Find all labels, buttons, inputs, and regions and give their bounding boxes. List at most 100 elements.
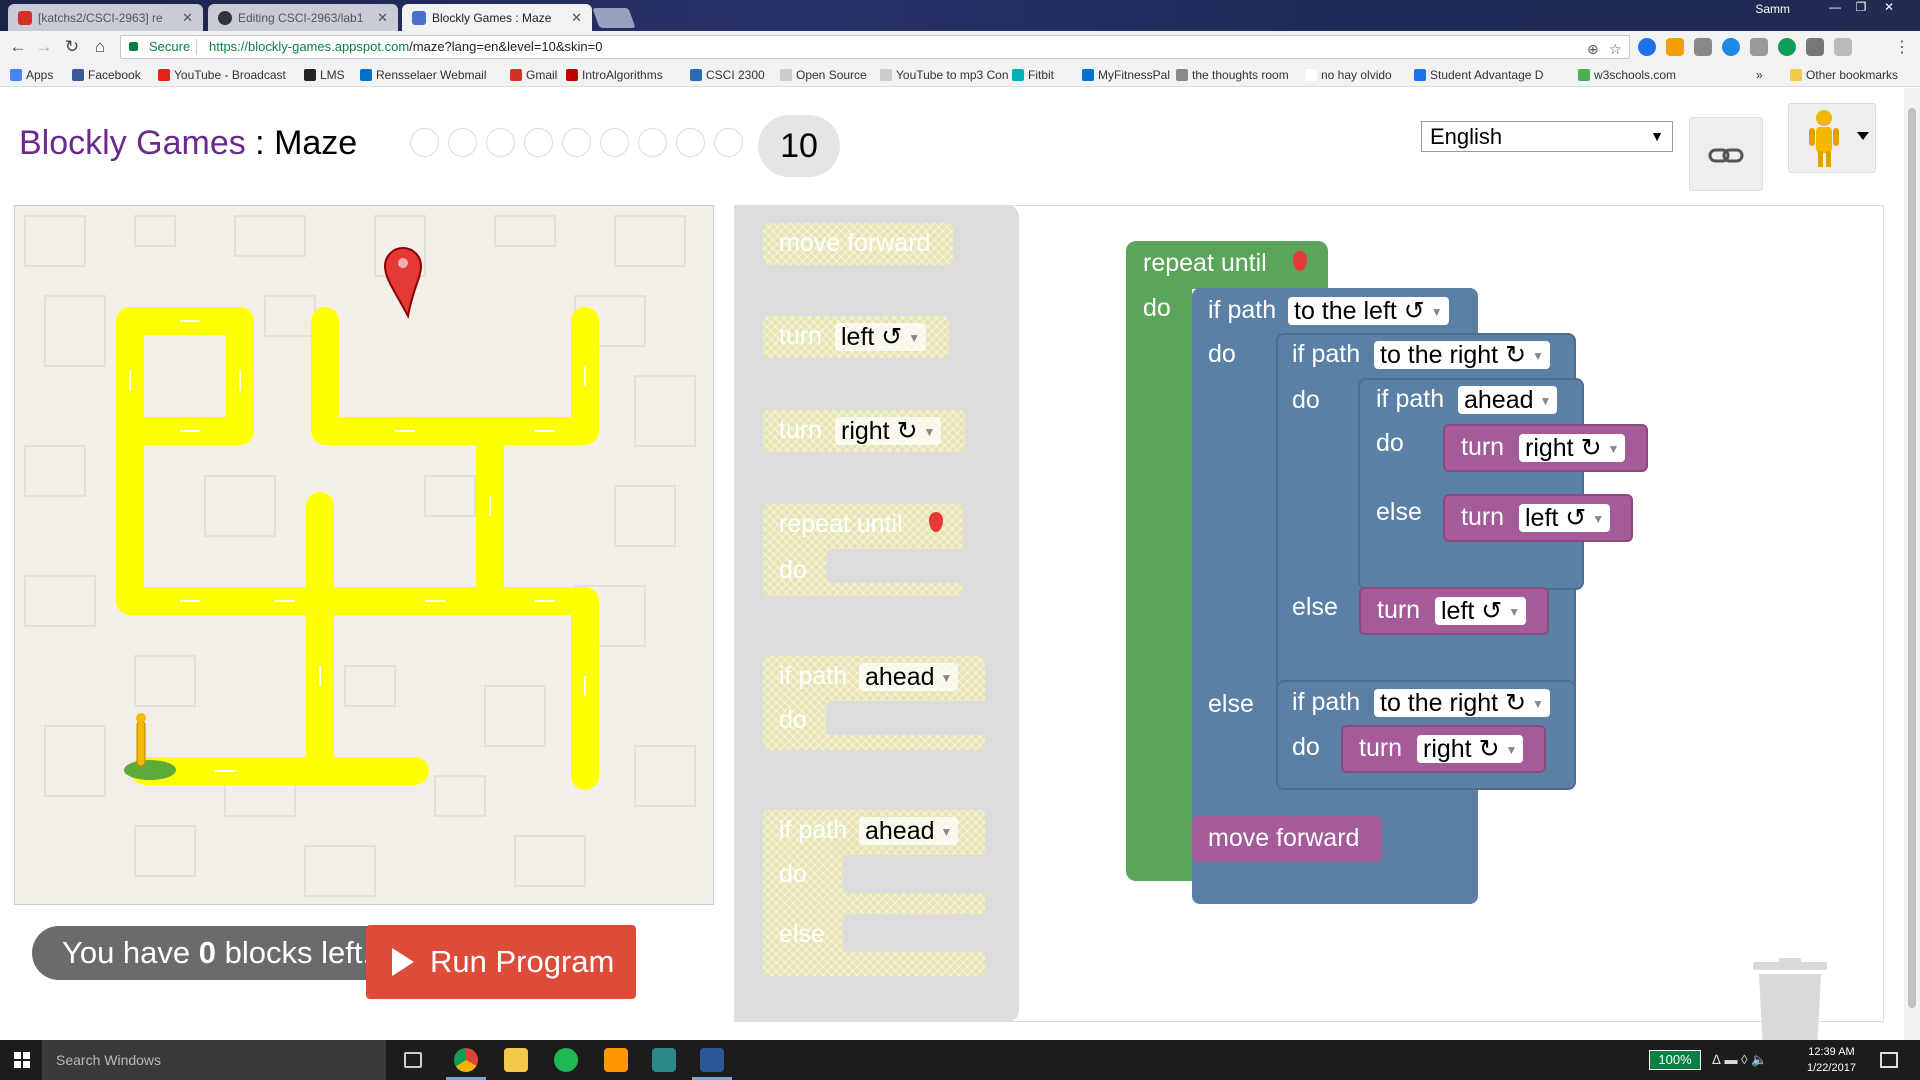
- bookmark-item[interactable]: Gmail: [510, 68, 557, 82]
- path-dropdown[interactable]: to the right ↻ ▼: [1374, 689, 1550, 717]
- bookmark-item[interactable]: LMS: [304, 68, 345, 82]
- word-icon[interactable]: [700, 1048, 724, 1072]
- toolbox-turn-left-block[interactable]: turn left ↺ ▼: [763, 316, 949, 358]
- avatar-select-button[interactable]: [1788, 103, 1876, 173]
- notifications-icon[interactable]: [1880, 1052, 1898, 1068]
- taskbar-clock[interactable]: 12:39 AM 1/22/2017: [1807, 1044, 1856, 1076]
- tab-github-repo[interactable]: [katchs2/CSCI-2963] re ✕: [8, 4, 203, 31]
- profile-name[interactable]: Samm: [1755, 2, 1790, 16]
- sublime-icon[interactable]: [604, 1048, 628, 1072]
- direction-dropdown[interactable]: right ↻ ▼: [1519, 434, 1626, 462]
- bookmark-item[interactable]: Fitbit: [1012, 68, 1054, 82]
- path-dropdown[interactable]: ahead ▼: [1458, 386, 1558, 414]
- run-program-button[interactable]: Run Program: [366, 925, 636, 999]
- bookmark-item[interactable]: Facebook: [72, 68, 141, 82]
- zoom-icon[interactable]: ⊕: [1587, 38, 1599, 60]
- close-window-icon[interactable]: ✕: [1876, 0, 1902, 18]
- bookmark-item[interactable]: Open Source: [780, 68, 867, 82]
- toolbox-if-else-block[interactable]: if path ahead ▼ do else: [763, 810, 993, 976]
- level-dot[interactable]: [486, 128, 515, 157]
- level-dot[interactable]: [714, 128, 743, 157]
- home-icon[interactable]: ⌂: [90, 37, 110, 57]
- direction-dropdown[interactable]: left ↺ ▼: [1519, 504, 1611, 532]
- app-window-icon[interactable]: [652, 1048, 676, 1072]
- extension-honey-icon[interactable]: [1666, 38, 1684, 56]
- windows-start-icon[interactable]: [14, 1052, 30, 1068]
- bookmark-item[interactable]: Rensselaer Webmail: [360, 68, 487, 82]
- spotify-icon[interactable]: [554, 1048, 578, 1072]
- level-dot[interactable]: [562, 128, 591, 157]
- tab-blockly-maze[interactable]: Blockly Games : Maze ✕: [402, 4, 592, 31]
- bookmark-item[interactable]: YouTube - Broadcast: [158, 68, 286, 82]
- toolbox-turn-right-block[interactable]: turn right ↻ ▼: [763, 410, 965, 452]
- bookmark-item[interactable]: w3schools.com: [1578, 68, 1676, 82]
- program-if-ahead-block[interactable]: if path ahead ▼ do else: [1358, 378, 1584, 590]
- forward-icon[interactable]: →: [34, 37, 54, 57]
- chrome-menu-icon[interactable]: ⋮: [1894, 37, 1910, 57]
- direction-dropdown[interactable]: left ↺ ▼: [1435, 597, 1527, 625]
- level-dot[interactable]: [524, 128, 553, 157]
- level-dot[interactable]: [410, 128, 439, 157]
- path-dropdown[interactable]: ahead ▼: [859, 663, 959, 691]
- toolbox-move-forward-block[interactable]: move forward: [763, 223, 953, 265]
- language-select[interactable]: English ▼: [1421, 121, 1673, 152]
- restore-icon[interactable]: ❐: [1848, 0, 1874, 18]
- toolbox-if-path-block[interactable]: if path ahead ▼ do: [763, 656, 986, 750]
- extension-green-icon[interactable]: [1778, 38, 1796, 56]
- extension-m-icon[interactable]: [1638, 38, 1656, 56]
- bookmark-item[interactable]: Student Advantage D: [1414, 68, 1543, 82]
- extension-facebook-icon[interactable]: [1694, 38, 1712, 56]
- direction-dropdown[interactable]: right ↻ ▼: [835, 417, 942, 445]
- program-turn-right-block[interactable]: turn right ↻ ▼: [1341, 725, 1546, 773]
- bookmark-item[interactable]: YouTube to mp3 Con: [880, 68, 1009, 82]
- level-dot[interactable]: [600, 128, 629, 157]
- bookmark-item[interactable]: Apps: [10, 68, 53, 82]
- level-dot[interactable]: [676, 128, 705, 157]
- bookmark-item[interactable]: IntroAlgorithms: [566, 68, 663, 82]
- direction-dropdown[interactable]: left ↺ ▼: [835, 323, 927, 351]
- battery-indicator[interactable]: 100%: [1649, 1050, 1701, 1070]
- do-label: do: [779, 860, 807, 888]
- extension-w-icon[interactable]: [1834, 38, 1852, 56]
- tab-editing-lab[interactable]: Editing CSCI-2963/lab1 ✕: [208, 4, 398, 31]
- bookmark-item[interactable]: no hay olvido: [1305, 68, 1392, 82]
- task-view-icon[interactable]: [404, 1052, 422, 1068]
- level-dot[interactable]: [448, 128, 477, 157]
- extension-k-icon[interactable]: [1750, 38, 1768, 56]
- taskbar-search-input[interactable]: Search Windows: [42, 1040, 386, 1080]
- program-turn-left-block[interactable]: turn left ↺ ▼: [1443, 494, 1633, 542]
- extension-shield-icon[interactable]: [1806, 38, 1824, 56]
- path-dropdown[interactable]: to the right ↻ ▼: [1374, 341, 1550, 369]
- more-bookmarks-chevron-icon[interactable]: »: [1756, 68, 1763, 82]
- url-text[interactable]: https://blockly-games.appspot.com/maze?l…: [209, 36, 603, 58]
- bookmark-item[interactable]: CSCI 2300: [690, 68, 765, 82]
- direction-dropdown[interactable]: right ↻ ▼: [1417, 735, 1524, 763]
- back-icon[interactable]: ←: [8, 37, 28, 57]
- close-tab-icon[interactable]: ✕: [182, 10, 193, 26]
- program-turn-left-block[interactable]: turn left ↺ ▼: [1359, 587, 1549, 635]
- tray-icons[interactable]: ᐃ ▬ ◊ 🔈: [1712, 1052, 1767, 1068]
- address-bar[interactable]: Secure https://blockly-games.appspot.com…: [120, 35, 1630, 59]
- toolbox-repeat-until-block[interactable]: repeat until do: [763, 504, 966, 596]
- bookmark-star-icon[interactable]: ☆: [1609, 38, 1622, 60]
- new-tab-button[interactable]: [592, 8, 636, 28]
- close-tab-icon[interactable]: ✕: [377, 10, 388, 26]
- page-scrollbar[interactable]: [1904, 88, 1920, 1040]
- path-dropdown[interactable]: ahead ▼: [859, 817, 959, 845]
- extension-globe-icon[interactable]: [1722, 38, 1740, 56]
- file-explorer-icon[interactable]: [504, 1048, 528, 1072]
- other-bookmarks-folder[interactable]: Other bookmarks: [1790, 68, 1898, 82]
- level-dot[interactable]: [638, 128, 667, 157]
- minimize-icon[interactable]: —: [1822, 0, 1848, 18]
- bookmark-item[interactable]: MyFitnessPal: [1082, 68, 1170, 82]
- brand-link[interactable]: Blockly Games: [19, 124, 246, 162]
- program-turn-right-block[interactable]: turn right ↻ ▼: [1443, 424, 1648, 472]
- chrome-icon[interactable]: [454, 1048, 478, 1072]
- program-move-forward-block[interactable]: move forward: [1192, 816, 1382, 862]
- path-dropdown[interactable]: to the left ↺ ▼: [1288, 297, 1449, 325]
- reload-icon[interactable]: ↻: [62, 37, 82, 57]
- close-tab-icon[interactable]: ✕: [571, 10, 582, 26]
- bookmark-item[interactable]: the thoughts room: [1176, 68, 1289, 82]
- current-level-badge[interactable]: 10: [758, 115, 840, 177]
- link-button[interactable]: [1689, 117, 1763, 191]
